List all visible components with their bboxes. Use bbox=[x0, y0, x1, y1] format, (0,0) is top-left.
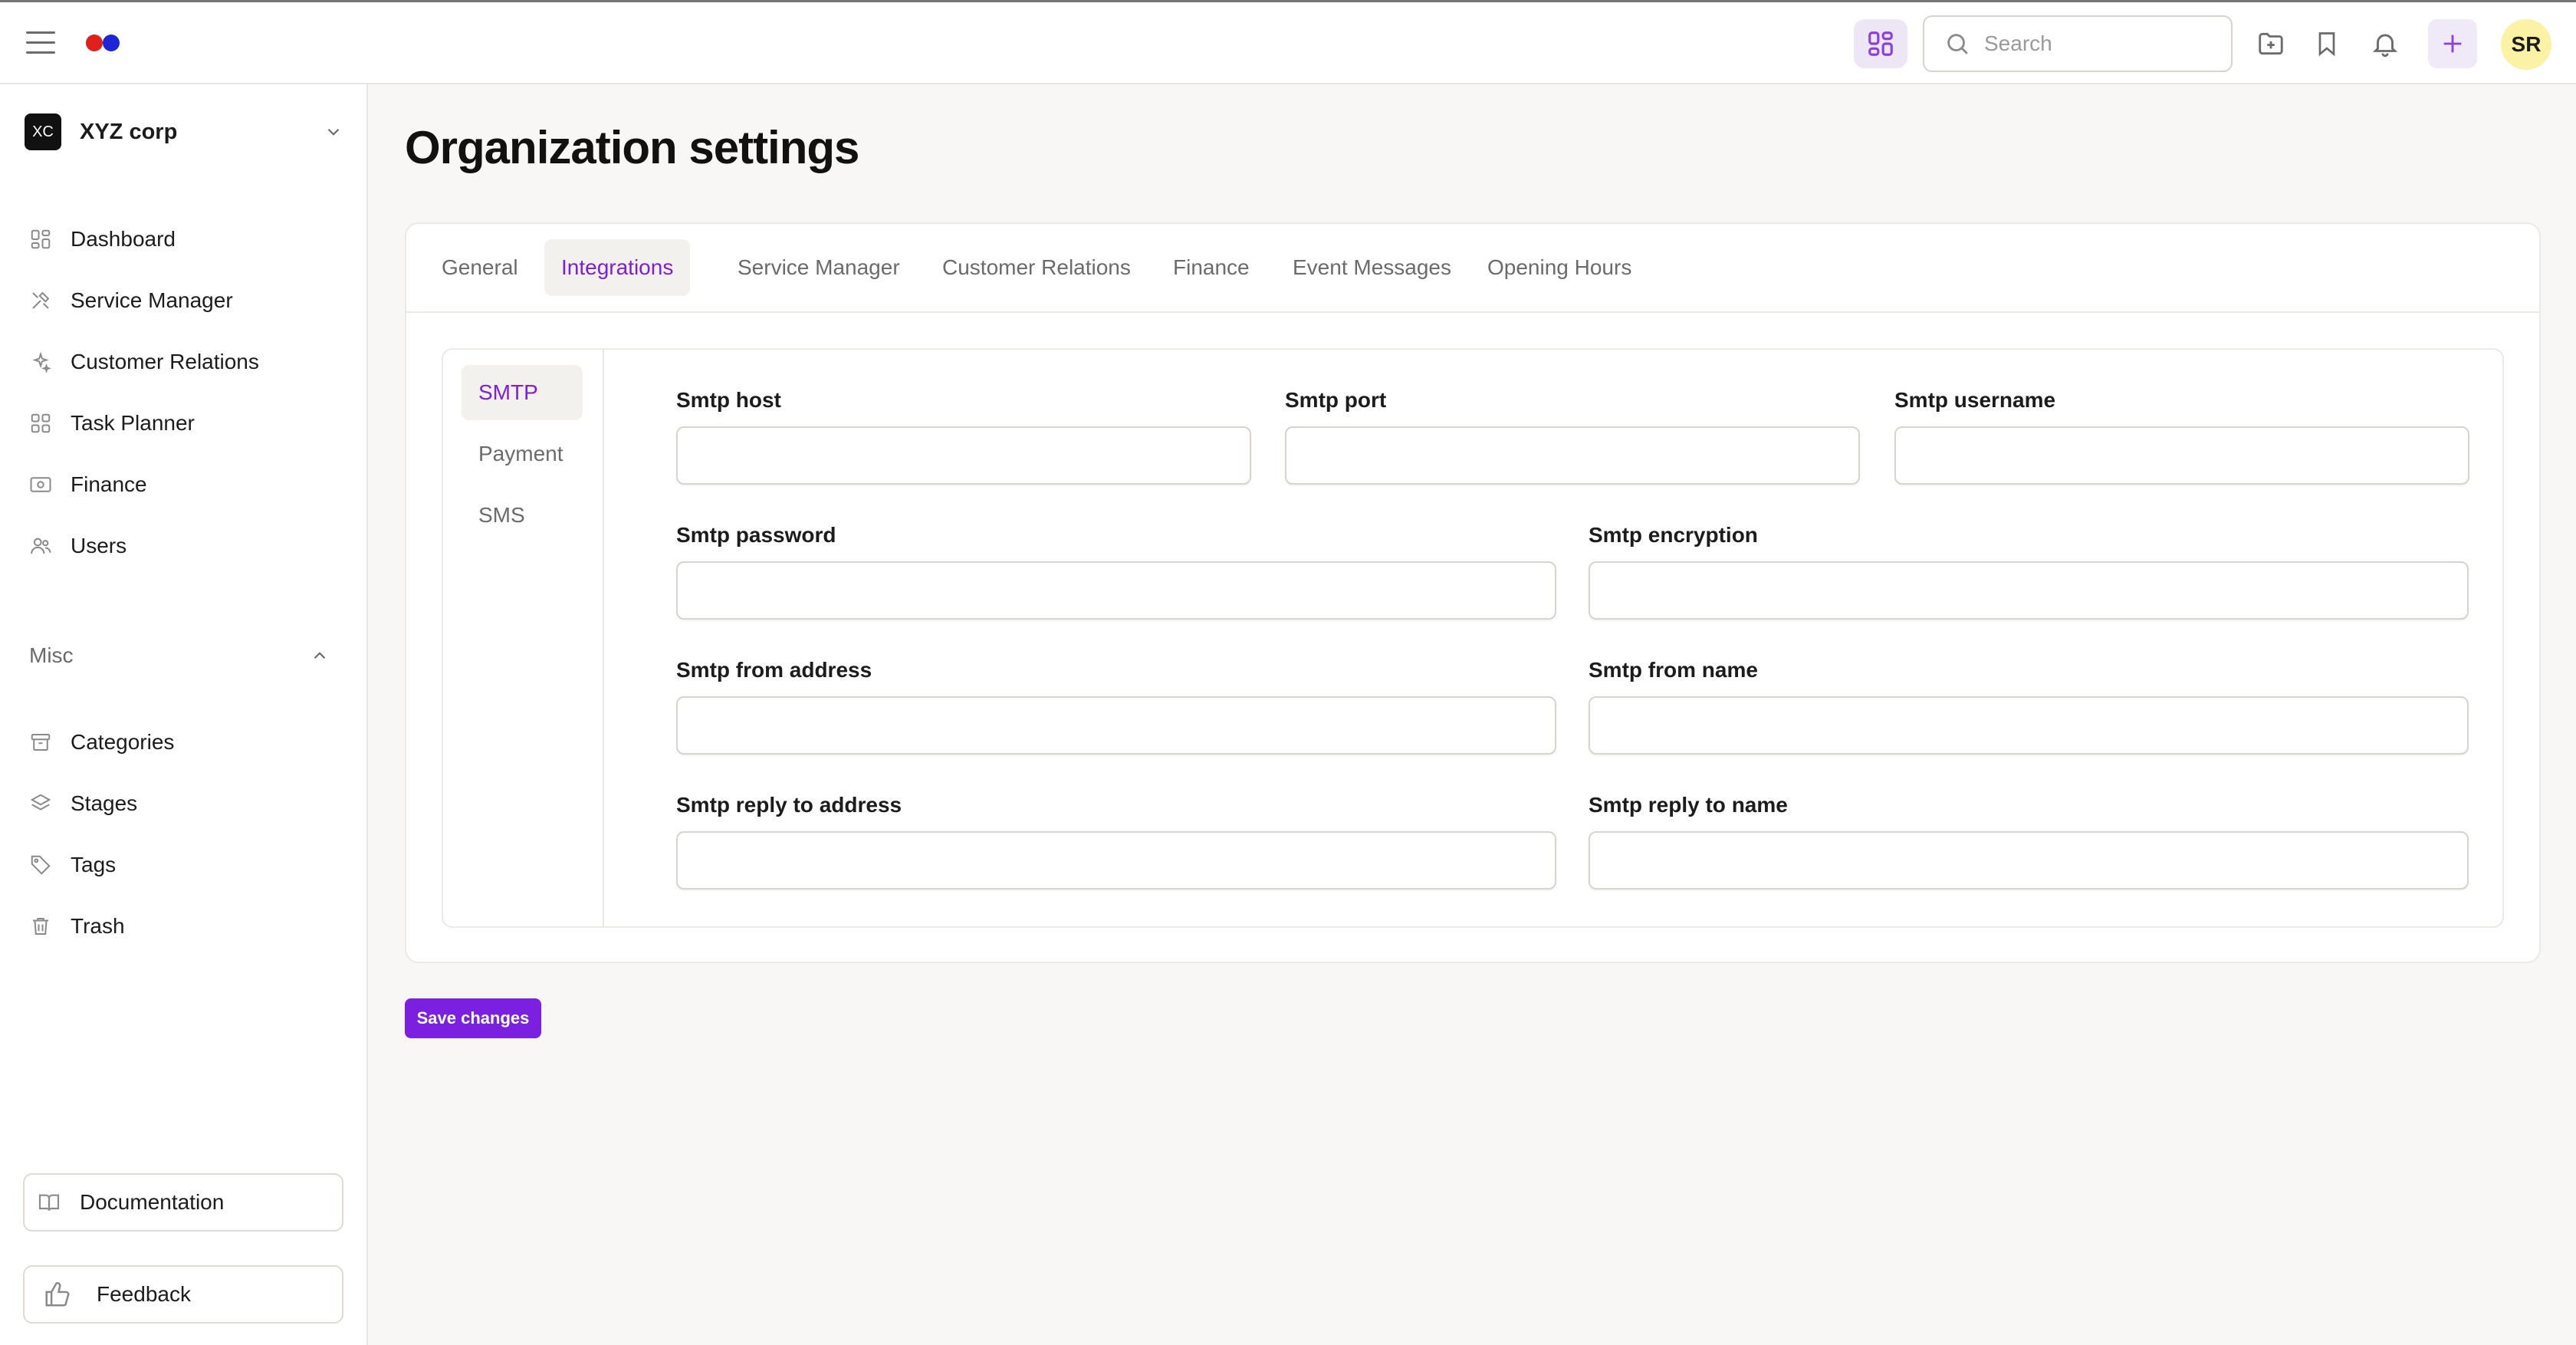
sparkle-icon bbox=[28, 349, 54, 375]
avatar[interactable]: SR bbox=[2501, 19, 2551, 70]
smtp-host-input[interactable] bbox=[676, 426, 1251, 485]
smtp-username-input[interactable] bbox=[1894, 426, 2469, 485]
subtab-payment[interactable]: Payment bbox=[462, 426, 583, 482]
apps-button[interactable] bbox=[1854, 19, 1907, 68]
menu-icon[interactable] bbox=[26, 31, 55, 54]
create-button[interactable] bbox=[2428, 19, 2477, 68]
sidebar-item-trash[interactable]: Trash bbox=[28, 896, 342, 957]
smtp-encryption-label: Smtp encryption bbox=[1589, 523, 1758, 547]
smtp-host-label: Smtp host bbox=[676, 388, 781, 412]
sidebar-item-dashboard[interactable]: Dashboard bbox=[28, 209, 342, 270]
documentation-button[interactable]: Documentation bbox=[23, 1173, 343, 1232]
save-changes-button[interactable]: Save changes bbox=[405, 998, 541, 1038]
bookmark-icon bbox=[2318, 32, 2335, 57]
sidebar-item-stages[interactable]: Stages bbox=[28, 773, 342, 834]
smtp-port-input[interactable] bbox=[1285, 426, 1860, 485]
org-badge: XC bbox=[25, 113, 61, 150]
chevron-up-icon bbox=[314, 652, 326, 659]
smtp-from-address-input[interactable] bbox=[676, 696, 1556, 755]
notifications-button[interactable] bbox=[2367, 25, 2404, 62]
smtp-from-name-label: Smtp from name bbox=[1589, 658, 1758, 682]
feedback-button[interactable]: Feedback bbox=[23, 1265, 343, 1324]
main-nav: Dashboard Service Manager Customer Relat… bbox=[28, 209, 342, 577]
tab-finance[interactable]: Finance bbox=[1156, 239, 1267, 296]
tab-customer-relations[interactable]: Customer Relations bbox=[925, 239, 1148, 296]
org-name: XYZ corp bbox=[80, 119, 178, 144]
sidebar-item-label: Users bbox=[71, 534, 127, 557]
smtp-password-input[interactable] bbox=[676, 561, 1556, 620]
app-logo[interactable] bbox=[86, 35, 123, 51]
subtab-sms[interactable]: SMS bbox=[462, 488, 583, 543]
search-input[interactable] bbox=[1984, 31, 2214, 56]
layers-icon bbox=[28, 791, 54, 817]
tab-event-messages[interactable]: Event Messages bbox=[1276, 239, 1468, 296]
archive-icon bbox=[28, 729, 54, 755]
sidebar-item-label: Tags bbox=[71, 853, 117, 876]
bell-icon bbox=[2372, 34, 2398, 58]
dashboard-icon bbox=[28, 226, 54, 252]
subtab-smtp[interactable]: SMTP bbox=[462, 365, 583, 420]
settings-tabs: General Integrations Service Manager Cus… bbox=[406, 224, 2539, 313]
folder-plus-icon bbox=[2259, 32, 2283, 55]
smtp-encryption-input[interactable] bbox=[1589, 561, 2469, 620]
smtp-reply-to-name-input[interactable] bbox=[1589, 831, 2469, 890]
smtp-username-label: Smtp username bbox=[1894, 388, 2056, 412]
integrations-subnav: SMTP Payment SMS bbox=[443, 350, 604, 926]
misc-section-toggle[interactable]: Misc bbox=[29, 636, 330, 675]
sidebar: XC XYZ corp Dashboard Service Manager Cu… bbox=[0, 84, 368, 1345]
smtp-reply-to-address-input[interactable] bbox=[676, 831, 1556, 890]
sidebar-item-label: Finance bbox=[71, 472, 147, 496]
chevron-down-icon bbox=[327, 128, 340, 136]
feedback-label: Feedback bbox=[97, 1282, 191, 1306]
grid-icon bbox=[28, 410, 54, 436]
sidebar-item-tags[interactable]: Tags bbox=[28, 834, 342, 896]
sidebar-item-task-planner[interactable]: Task Planner bbox=[28, 393, 342, 454]
book-icon bbox=[38, 1194, 60, 1211]
misc-nav: Categories Stages Tags Trash bbox=[28, 712, 342, 957]
tag-icon bbox=[28, 852, 54, 878]
folder-plus-button[interactable] bbox=[2252, 25, 2289, 62]
sidebar-item-label: Stages bbox=[71, 791, 138, 815]
apps-icon bbox=[1868, 31, 1893, 56]
smtp-reply-to-address-label: Smtp reply to address bbox=[676, 793, 902, 817]
smtp-password-label: Smtp password bbox=[676, 523, 836, 547]
smtp-reply-to-name-label: Smtp reply to name bbox=[1589, 793, 1788, 817]
tools-icon bbox=[28, 288, 54, 314]
integrations-panel: SMTP Payment SMS Smtp host Smtp port Smt… bbox=[442, 348, 2504, 928]
page-title: Organization settings bbox=[405, 122, 859, 173]
documentation-label: Documentation bbox=[80, 1190, 225, 1214]
sidebar-item-label: Customer Relations bbox=[71, 350, 259, 373]
sidebar-item-users[interactable]: Users bbox=[28, 515, 342, 577]
trash-icon bbox=[28, 913, 54, 939]
sidebar-item-customer-relations[interactable]: Customer Relations bbox=[28, 331, 342, 393]
sidebar-item-label: Trash bbox=[71, 914, 125, 938]
org-switcher[interactable]: XC XYZ corp bbox=[25, 113, 343, 151]
sidebar-item-label: Dashboard bbox=[71, 227, 176, 251]
sidebar-item-label: Task Planner bbox=[71, 411, 195, 435]
search-box[interactable] bbox=[1923, 15, 2233, 72]
misc-section-label: Misc bbox=[29, 643, 74, 667]
search-icon bbox=[1947, 34, 1968, 54]
settings-card: General Integrations Service Manager Cus… bbox=[405, 222, 2541, 963]
tab-integrations[interactable]: Integrations bbox=[544, 239, 691, 296]
thumbs-up-icon bbox=[45, 1282, 70, 1307]
money-icon bbox=[28, 472, 54, 498]
tab-opening-hours[interactable]: Opening Hours bbox=[1470, 239, 1648, 296]
smtp-from-name-input[interactable] bbox=[1589, 696, 2469, 755]
bookmark-button[interactable] bbox=[2308, 25, 2345, 62]
sidebar-item-categories[interactable]: Categories bbox=[28, 712, 342, 773]
tab-general[interactable]: General bbox=[425, 239, 535, 296]
smtp-from-address-label: Smtp from address bbox=[676, 658, 872, 682]
smtp-port-label: Smtp port bbox=[1285, 388, 1387, 412]
top-bar: SR bbox=[0, 0, 2576, 84]
sidebar-item-finance[interactable]: Finance bbox=[28, 454, 342, 515]
sidebar-item-label: Service Manager bbox=[71, 288, 233, 312]
sidebar-item-label: Categories bbox=[71, 730, 175, 754]
tab-service-manager[interactable]: Service Manager bbox=[721, 239, 917, 296]
plus-icon bbox=[2443, 35, 2462, 53]
sidebar-item-service-manager[interactable]: Service Manager bbox=[28, 270, 342, 331]
users-icon bbox=[28, 533, 54, 559]
